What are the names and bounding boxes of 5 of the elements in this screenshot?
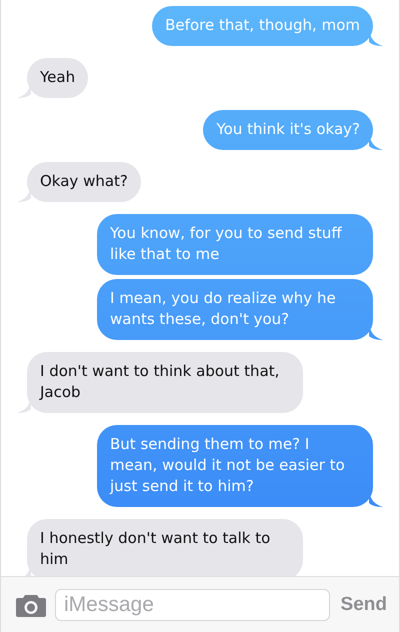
camera-icon[interactable] — [16, 592, 46, 616]
send-button[interactable]: Send — [338, 594, 387, 616]
message-bubble: You know, for you to send stuff like that to me — [97, 214, 373, 275]
message-bubble: I honestly don't want to talk to him — [27, 519, 303, 576]
message-field[interactable]: iMessage — [55, 588, 330, 620]
